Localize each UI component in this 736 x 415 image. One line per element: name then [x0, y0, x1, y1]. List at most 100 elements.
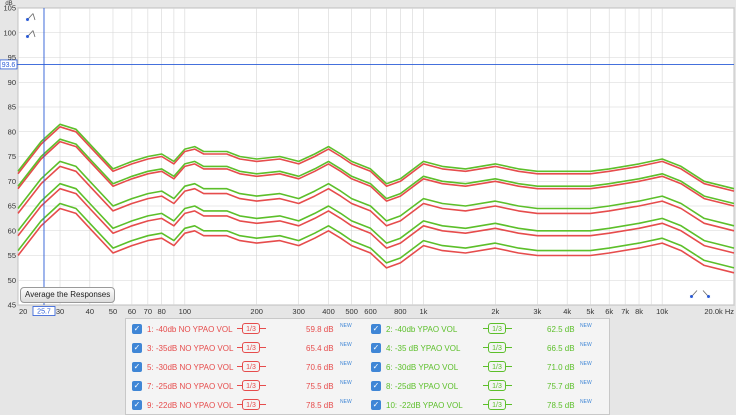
smoothing-selector[interactable]: 1/3: [483, 399, 513, 411]
y-tick-label: 55: [8, 251, 16, 260]
x-tick-label: 50: [109, 307, 117, 316]
series-level: 59.8 dB: [306, 325, 334, 334]
x-tick-label: 8k: [635, 307, 643, 316]
x-tick-label: 40: [86, 307, 94, 316]
series-name: 9: -22dB NO YPAO VOL: [147, 401, 234, 410]
legend-row: ✓ 9: -22dB NO YPAO VOL 1/3 78.5 dB NEW ✓ 10: -…: [126, 397, 611, 415]
series-checkbox[interactable]: ✓: [371, 324, 381, 334]
y-tick-label: 75: [8, 152, 16, 161]
y-tick-label: 80: [8, 127, 16, 136]
legend-item: ✓ 10: -22dB YPAO VOL 1/3 78.5 dB NEW: [371, 397, 605, 415]
y-tick-label: 90: [8, 78, 16, 87]
x-tick-label: 400: [322, 307, 335, 316]
smoothing-value: 1/3: [242, 399, 260, 410]
smoothing-selector[interactable]: 1/3: [483, 380, 513, 392]
series-level: 78.5 dB: [306, 401, 334, 410]
y-tick-label: 45: [8, 301, 16, 310]
series-checkbox[interactable]: ✓: [371, 343, 381, 353]
smoothing-selector[interactable]: 1/3: [483, 342, 513, 354]
smoothing-line-right: [506, 328, 512, 329]
smoothing-value: 1/3: [488, 380, 506, 391]
new-badge: NEW: [580, 323, 592, 329]
y-tick-label: 50: [8, 276, 16, 285]
smoothing-line-right: [506, 385, 512, 386]
y-tick-label: 100: [3, 28, 16, 37]
y-axis-unit-label: dB: [5, 1, 12, 7]
legend-item: ✓ 6: -30dB YPAO VOL 1/3 71.0 dB NEW: [371, 359, 605, 377]
smoothing-line-right: [260, 404, 266, 405]
series-checkbox[interactable]: ✓: [371, 400, 381, 410]
series-checkbox[interactable]: ✓: [132, 362, 142, 372]
x-tick-label: 800: [394, 307, 407, 316]
frequency-response-chart[interactable]: 93.625.7 455055606570758085909510010520 3…: [0, 0, 736, 318]
smoothing-line-right: [260, 385, 266, 386]
legend-row: ✓ 3: -35dB NO YPAO VOL 1/3 65.4 dB NEW ✓ 4: -3…: [126, 340, 611, 358]
y-tick-label: 70: [8, 177, 16, 186]
smoothing-line-right: [506, 347, 512, 348]
series-checkbox[interactable]: ✓: [132, 400, 142, 410]
y-tick-label: 85: [8, 103, 16, 112]
cursor-y-readout: 93.6: [2, 62, 16, 69]
x-tick-label: 20.0k Hz: [704, 307, 734, 316]
smoothing-selector[interactable]: 1/3: [237, 399, 267, 411]
series-checkbox[interactable]: ✓: [371, 381, 381, 391]
smoothing-line-right: [260, 328, 266, 329]
series-name: 3: -35dB NO YPAO VOL: [147, 344, 234, 353]
x-tick-label: 5k: [586, 307, 594, 316]
series-name: 5: -30dB NO YPAO VOL: [147, 363, 234, 372]
legend-panel: ✓ 1: -40db NO YPAO VOL 1/3 59.8 dB NEW ✓ 2: -4…: [125, 318, 610, 415]
series-checkbox[interactable]: ✓: [132, 343, 142, 353]
series-name: 6: -30dB YPAO VOL: [386, 363, 459, 372]
smoothing-selector[interactable]: 1/3: [237, 342, 267, 354]
smoothing-selector[interactable]: 1/3: [483, 323, 513, 335]
x-tick-label: 10k: [656, 307, 668, 316]
series-name: 1: -40db NO YPAO VOL: [147, 325, 233, 334]
smoothing-selector[interactable]: 1/3: [237, 323, 267, 335]
series-checkbox[interactable]: ✓: [132, 324, 142, 334]
series-checkbox[interactable]: ✓: [371, 362, 381, 372]
smoothing-value: 1/3: [242, 380, 260, 391]
new-badge: NEW: [580, 399, 592, 405]
x-tick-label: 30: [56, 307, 64, 316]
new-badge: NEW: [340, 342, 352, 348]
smoothing-line-right: [260, 347, 266, 348]
series-level: 75.5 dB: [306, 382, 334, 391]
legend-row: ✓ 7: -25dB NO YPAO VOL 1/3 75.5 dB NEW ✓ 8: -2…: [126, 378, 611, 396]
legend-item: ✓ 8: -25dB YPAO VOL 1/3 75.7 dB NEW: [371, 378, 605, 396]
x-tick-label: 6k: [605, 307, 613, 316]
y-tick-label: 95: [8, 53, 16, 62]
average-responses-button[interactable]: Average the Responses: [20, 287, 116, 303]
smoothing-line-right: [506, 366, 512, 367]
new-badge: NEW: [580, 342, 592, 348]
smoothing-line-right: [506, 404, 512, 405]
cursor-x-readout: 25.7: [37, 309, 51, 316]
new-badge: NEW: [340, 323, 352, 329]
smoothing-selector[interactable]: 1/3: [483, 361, 513, 373]
x-tick-label: 4k: [563, 307, 571, 316]
series-level: 75.7 dB: [547, 382, 575, 391]
new-badge: NEW: [340, 399, 352, 405]
series-name: 10: -22dB YPAO VOL: [386, 401, 463, 410]
legend-item: ✓ 5: -30dB NO YPAO VOL 1/3 70.6 dB NEW: [132, 359, 368, 377]
new-badge: NEW: [580, 380, 592, 386]
smoothing-selector[interactable]: 1/3: [237, 380, 267, 392]
x-tick-label: 600: [364, 307, 377, 316]
x-tick-label: 60: [128, 307, 136, 316]
new-badge: NEW: [340, 380, 352, 386]
series-level: 65.4 dB: [306, 344, 334, 353]
x-tick-label: 100: [179, 307, 192, 316]
smoothing-value: 1/3: [488, 342, 506, 353]
smoothing-value: 1/3: [242, 323, 260, 334]
legend-item: ✓ 4: -35 dB YPAO VOL 1/3 66.5 dB NEW: [371, 340, 605, 358]
new-badge: NEW: [580, 361, 592, 367]
x-tick-label: 7k: [621, 307, 629, 316]
smoothing-value: 1/3: [488, 323, 506, 334]
y-tick-label: 65: [8, 202, 16, 211]
smoothing-value: 1/3: [242, 342, 260, 353]
x-tick-label: 300: [292, 307, 305, 316]
legend-item: ✓ 1: -40db NO YPAO VOL 1/3 59.8 dB NEW: [132, 321, 368, 339]
x-tick-label: 1k: [420, 307, 428, 316]
series-checkbox[interactable]: ✓: [132, 381, 142, 391]
smoothing-selector[interactable]: 1/3: [237, 361, 267, 373]
smoothing-value: 1/3: [488, 399, 506, 410]
